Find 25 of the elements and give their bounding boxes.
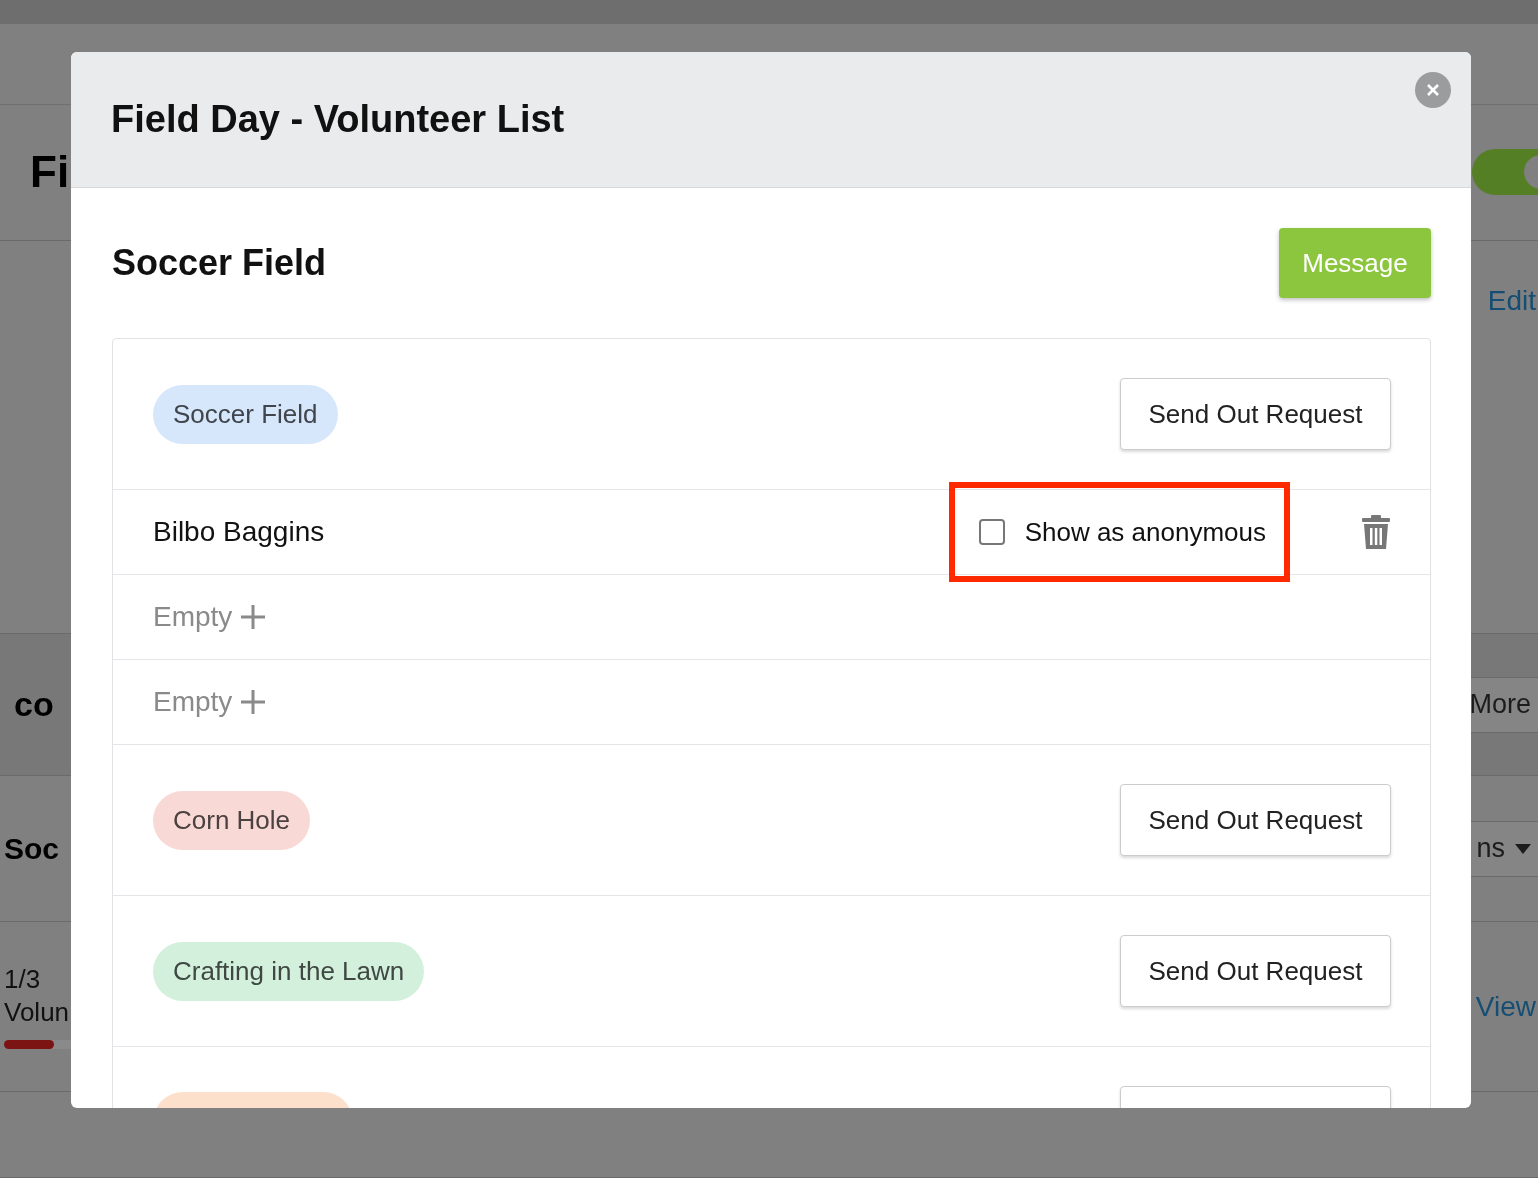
page-title: Fi: [29, 147, 70, 198]
checkbox-label[interactable]: Show as anonymous: [1024, 516, 1266, 548]
section-heading: Soccer Field: [112, 242, 327, 284]
trash-icon[interactable]: [1362, 515, 1390, 549]
tag: Soccer Field: [153, 384, 338, 444]
empty-slot-button[interactable]: Empty: [153, 686, 267, 718]
volunteer-label: Volun: [4, 997, 71, 1029]
close-icon: [1426, 83, 1440, 97]
send-request-button[interactable]: Send Out Request: [1120, 784, 1391, 856]
plus-icon: [240, 689, 267, 715]
plus-icon: [240, 604, 267, 630]
item-title: Soc: [3, 831, 60, 866]
close-button[interactable]: [1415, 72, 1451, 108]
tag: Crafting in the Lawn: [153, 941, 425, 1001]
anonymous-checkbox[interactable]: [978, 519, 1005, 545]
volunteer-name: Bilbo Baggins: [153, 516, 325, 548]
tag: Corn Hole: [153, 790, 311, 850]
send-request-button[interactable]: Send Out Request: [1120, 378, 1391, 450]
section-title: co: [13, 685, 54, 725]
empty-slot-button[interactable]: Empty: [153, 601, 267, 633]
toggle-switch[interactable]: [1472, 149, 1538, 196]
modal-title: Field Day - Volunteer List: [111, 98, 565, 141]
send-request-button[interactable]: Send Out Request: [1120, 935, 1391, 1007]
volunteer-count: 1/3: [4, 964, 42, 996]
caret-icon: [1515, 843, 1531, 854]
